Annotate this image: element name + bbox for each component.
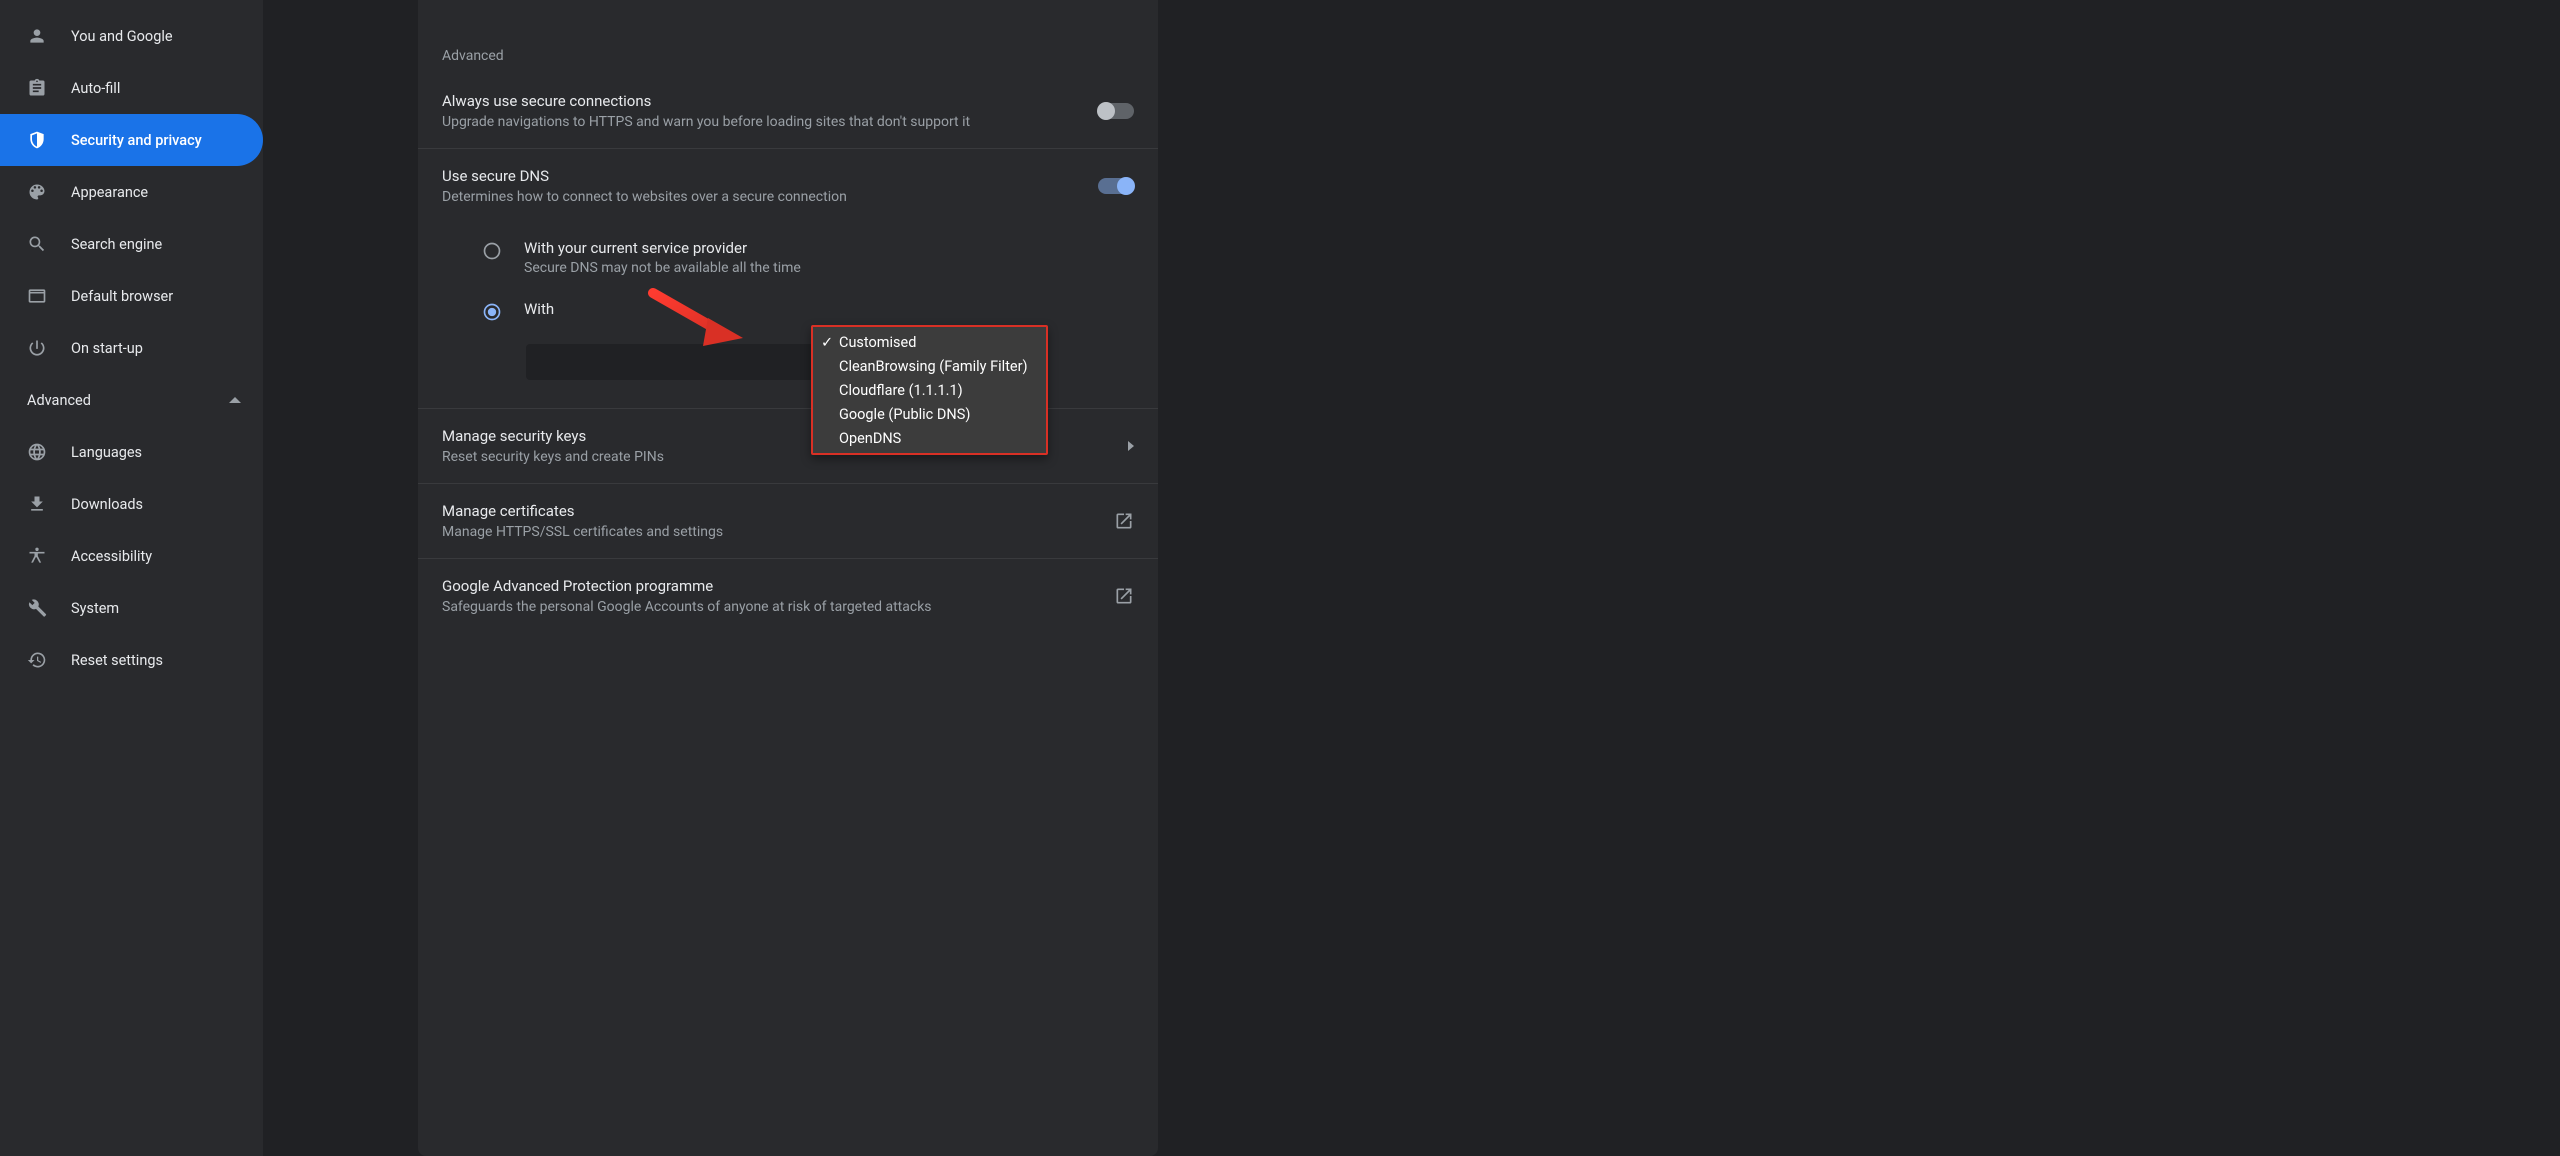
sidebar-label: Appearance <box>71 184 148 201</box>
setting-desc: Upgrade navigations to HTTPS and warn yo… <box>442 114 1098 130</box>
sidebar-label: On start-up <box>71 340 143 357</box>
dropdown-option-label: Cloudflare (1.1.1.1) <box>839 382 1046 399</box>
toggle-secure-connections[interactable] <box>1098 103 1134 119</box>
search-icon <box>27 234 47 254</box>
chevron-right-icon <box>1128 441 1134 451</box>
person-icon <box>27 26 47 46</box>
setting-title: Always use secure connections <box>442 92 1098 110</box>
sidebar-label: System <box>71 600 119 617</box>
dropdown-option-cleanbrowsing[interactable]: CleanBrowsing (Family Filter) <box>813 354 1046 378</box>
dropdown-option-label: Customised <box>839 334 1046 351</box>
sidebar-label: Reset settings <box>71 652 163 669</box>
download-icon <box>27 494 47 514</box>
sidebar-label: Downloads <box>71 496 143 513</box>
sidebar-item-languages[interactable]: Languages <box>0 426 263 478</box>
safe-browsing-option-partial[interactable]: Does not protect you against dangerous w… <box>418 0 1158 28</box>
setting-desc: Determines how to connect to websites ov… <box>442 189 1098 205</box>
sidebar-label: You and Google <box>71 28 173 45</box>
sidebar-label: Accessibility <box>71 548 152 565</box>
sidebar-item-security[interactable]: Security and privacy <box>0 114 263 166</box>
dns-option-title: With <box>524 300 554 318</box>
content-area: Does not protect you against dangerous w… <box>263 0 2560 1156</box>
dropdown-option-google[interactable]: Google (Public DNS) <box>813 402 1046 426</box>
radio-icon[interactable] <box>482 241 502 261</box>
sidebar-label: Default browser <box>71 288 173 305</box>
browser-icon <box>27 286 47 306</box>
sidebar-item-accessibility[interactable]: Accessibility <box>0 530 263 582</box>
sidebar-item-system[interactable]: System <box>0 582 263 634</box>
radio-selected-icon[interactable] <box>482 302 502 322</box>
sidebar-label: Security and privacy <box>71 132 202 149</box>
dropdown-option-label: CleanBrowsing (Family Filter) <box>839 358 1046 375</box>
dns-option-title: With your current service provider <box>524 239 801 257</box>
link-title: Manage certificates <box>442 502 1114 520</box>
checkmark-icon: ✓ <box>821 334 839 351</box>
toggle-secure-dns[interactable] <box>1098 178 1134 194</box>
accessibility-icon <box>27 546 47 566</box>
settings-card: Does not protect you against dangerous w… <box>418 0 1158 1156</box>
external-link-icon <box>1114 586 1134 606</box>
sidebar-advanced-toggle[interactable]: Advanced <box>0 374 263 426</box>
restore-icon <box>27 650 47 670</box>
clipboard-icon <box>27 78 47 98</box>
link-advanced-protection[interactable]: Google Advanced Protection programme Saf… <box>418 558 1158 633</box>
dns-option-desc: Secure DNS may not be available all the … <box>524 260 801 276</box>
sidebar-label: Search engine <box>71 236 162 253</box>
link-desc: Safeguards the personal Google Accounts … <box>442 599 1114 615</box>
link-title: Google Advanced Protection programme <box>442 577 1114 595</box>
dropdown-option-label: Google (Public DNS) <box>839 406 1046 423</box>
dns-provider-dropdown[interactable]: ✓ Customised CleanBrowsing (Family Filte… <box>811 325 1048 455</box>
dropdown-option-label: OpenDNS <box>839 430 1046 447</box>
dropdown-option-cloudflare[interactable]: Cloudflare (1.1.1.1) <box>813 378 1046 402</box>
setting-secure-connections: Always use secure connections Upgrade na… <box>418 74 1158 148</box>
sidebar-item-default-browser[interactable]: Default browser <box>0 270 263 322</box>
external-link-icon <box>1114 511 1134 531</box>
sidebar-item-on-startup[interactable]: On start-up <box>0 322 263 374</box>
sidebar-advanced-label: Advanced <box>27 392 91 409</box>
wrench-icon <box>27 598 47 618</box>
dns-option-current-provider[interactable]: With your current service provider Secur… <box>482 227 1134 288</box>
power-icon <box>27 338 47 358</box>
setting-title: Use secure DNS <box>442 167 1098 185</box>
sidebar-scrollbar[interactable] <box>253 0 263 1156</box>
sidebar-label: Auto-fill <box>71 80 120 97</box>
safe-browsing-desc: Does not protect you against dangerous w… <box>482 0 1134 4</box>
link-desc: Manage HTTPS/SSL certificates and settin… <box>442 524 1114 540</box>
dropdown-option-customised[interactable]: ✓ Customised <box>813 330 1046 354</box>
sidebar-item-appearance[interactable]: Appearance <box>0 166 263 218</box>
sidebar-item-search-engine[interactable]: Search engine <box>0 218 263 270</box>
sidebar-label: Languages <box>71 444 142 461</box>
sidebar-item-downloads[interactable]: Downloads <box>0 478 263 530</box>
settings-sidebar: You and Google Auto-fill Security and pr… <box>0 0 263 1156</box>
sidebar-item-autofill[interactable]: Auto-fill <box>0 62 263 114</box>
dropdown-option-opendns[interactable]: OpenDNS <box>813 426 1046 450</box>
setting-secure-dns: Use secure DNS Determines how to connect… <box>418 148 1158 223</box>
globe-icon <box>27 442 47 462</box>
link-manage-certificates[interactable]: Manage certificates Manage HTTPS/SSL cer… <box>418 483 1158 558</box>
palette-icon <box>27 182 47 202</box>
sidebar-item-you-and-google[interactable]: You and Google <box>0 10 263 62</box>
shield-icon <box>27 130 47 150</box>
chevron-up-icon <box>229 397 241 403</box>
sidebar-item-reset[interactable]: Reset settings <box>0 634 263 686</box>
section-heading-advanced: Advanced <box>418 28 1158 74</box>
